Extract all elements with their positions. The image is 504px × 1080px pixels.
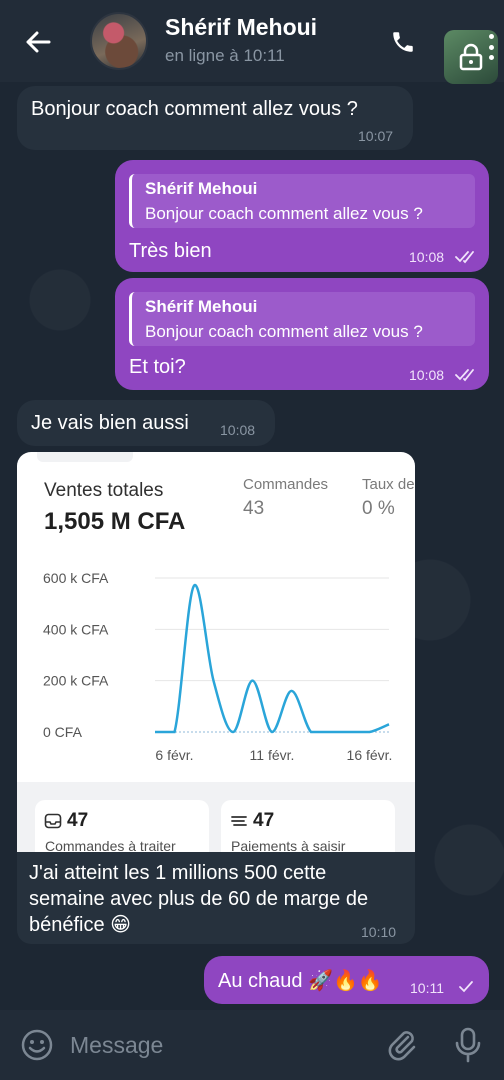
message-time: 10:07 [358, 128, 394, 144]
double-check-icon [455, 251, 474, 264]
message-text: Très bien [129, 240, 212, 262]
rate-value: 0 % [362, 498, 395, 519]
reply-text: Bonjour coach comment allez vous ? [145, 322, 423, 341]
avatar[interactable] [90, 12, 148, 70]
reply-author: Shérif Mehoui [145, 297, 258, 316]
payments-card: 47 Paiements à saisir [221, 800, 395, 852]
sales-label: Ventes totales [44, 480, 164, 501]
call-button[interactable] [386, 26, 420, 58]
message-text: Bonjour coach comment allez vous ? [31, 98, 358, 120]
message-bubble-outgoing[interactable]: Shérif Mehoui Bonjour coach comment alle… [115, 278, 489, 390]
pending-orders-count: 47 [67, 810, 89, 831]
inbox-icon [44, 813, 62, 829]
message-time: 10:11 [410, 980, 444, 996]
back-button[interactable] [22, 26, 54, 58]
orders-label: Commandes [243, 476, 329, 493]
contact-name[interactable]: Shérif Mehoui [165, 14, 317, 41]
message-text: Je vais bien aussi [31, 412, 189, 434]
money-icon [231, 816, 247, 826]
pending-orders-card: 47 Commandes à traiter [35, 800, 209, 852]
image-message[interactable]: Ventes totales 1,505 M CFA Commandes 43 … [17, 452, 415, 944]
caption-line: J'ai atteint les 1 millions 500 cette [29, 862, 327, 884]
message-bubble-incoming[interactable]: Je vais bien aussi 10:08 [17, 400, 275, 446]
chart-y-tick-label: 0 CFA [43, 724, 83, 740]
back-arrow-icon [26, 31, 51, 53]
message-time: 10:08 [409, 249, 445, 265]
pending-orders-label: Commandes à traiter [45, 838, 176, 852]
message-text: Et toi? [129, 356, 186, 378]
rate-label: Taux de [362, 476, 415, 493]
reply-quote[interactable]: Shérif Mehoui Bonjour coach comment alle… [129, 292, 475, 346]
chart-y-tick-label: 200 k CFA [43, 673, 109, 689]
screenshot-footer: 47 Commandes à traiter 47 Paiements à sa… [17, 782, 415, 852]
emoji-icon[interactable] [20, 1028, 54, 1062]
reply-author: Shérif Mehoui [145, 179, 258, 198]
sales-value: 1,505 M CFA [44, 508, 186, 535]
message-input[interactable]: Message [70, 1032, 163, 1059]
microphone-icon[interactable] [452, 1027, 484, 1063]
message-input-bar: Message [0, 1010, 504, 1080]
message-text: Au chaud 🚀🔥🔥 [218, 970, 383, 992]
chart-x-tick-label: 16 févr. [347, 747, 393, 763]
chart-y-tick-label: 600 k CFA [43, 570, 109, 586]
single-check-icon [459, 981, 473, 993]
phone-icon [393, 32, 413, 52]
caption-line: semaine avec plus de 60 de marge de [29, 888, 369, 910]
payments-label: Paiements à saisir [231, 838, 346, 852]
chart-series-line [155, 584, 390, 734]
contact-status: en ligne à 10:11 [165, 46, 285, 65]
sales-dashboard-screenshot[interactable]: Ventes totales 1,505 M CFA Commandes 43 … [17, 452, 415, 852]
lock-icon [459, 43, 483, 71]
payments-count: 47 [253, 810, 275, 831]
double-check-icon [455, 369, 474, 382]
screenshot-notch [37, 452, 133, 462]
message-bubble-outgoing[interactable]: Shérif Mehoui Bonjour coach comment alle… [115, 160, 489, 272]
paperclip-icon[interactable] [384, 1027, 420, 1063]
caption-line: bénéfice 😁 [29, 914, 132, 936]
chart-x-tick-label: 6 févr. [155, 747, 193, 763]
sales-line-chart: 600 k CFA 400 k CFA 200 k CFA 0 CFA 6 févr. 1… [43, 570, 393, 763]
more-vertical-icon[interactable] [488, 34, 494, 60]
chat-header: Shérif Mehoui en ligne à 10:11 [0, 0, 504, 84]
chart-y-tick-label: 400 k CFA [43, 621, 109, 637]
orders-value: 43 [243, 498, 265, 519]
reply-quote[interactable]: Shérif Mehoui Bonjour coach comment alle… [129, 174, 475, 228]
message-time: 10:08 [220, 422, 256, 438]
message-bubble-outgoing[interactable]: Au chaud 🚀🔥🔥 10:11 [204, 956, 489, 1004]
reply-text: Bonjour coach comment allez vous ? [145, 204, 423, 223]
message-time: 10:08 [409, 367, 445, 383]
message-bubble-incoming[interactable]: Bonjour coach comment allez vous ? 10:07 [17, 86, 413, 150]
chart-x-tick-label: 11 févr. [250, 747, 295, 763]
message-time: 10:10 [361, 924, 397, 940]
